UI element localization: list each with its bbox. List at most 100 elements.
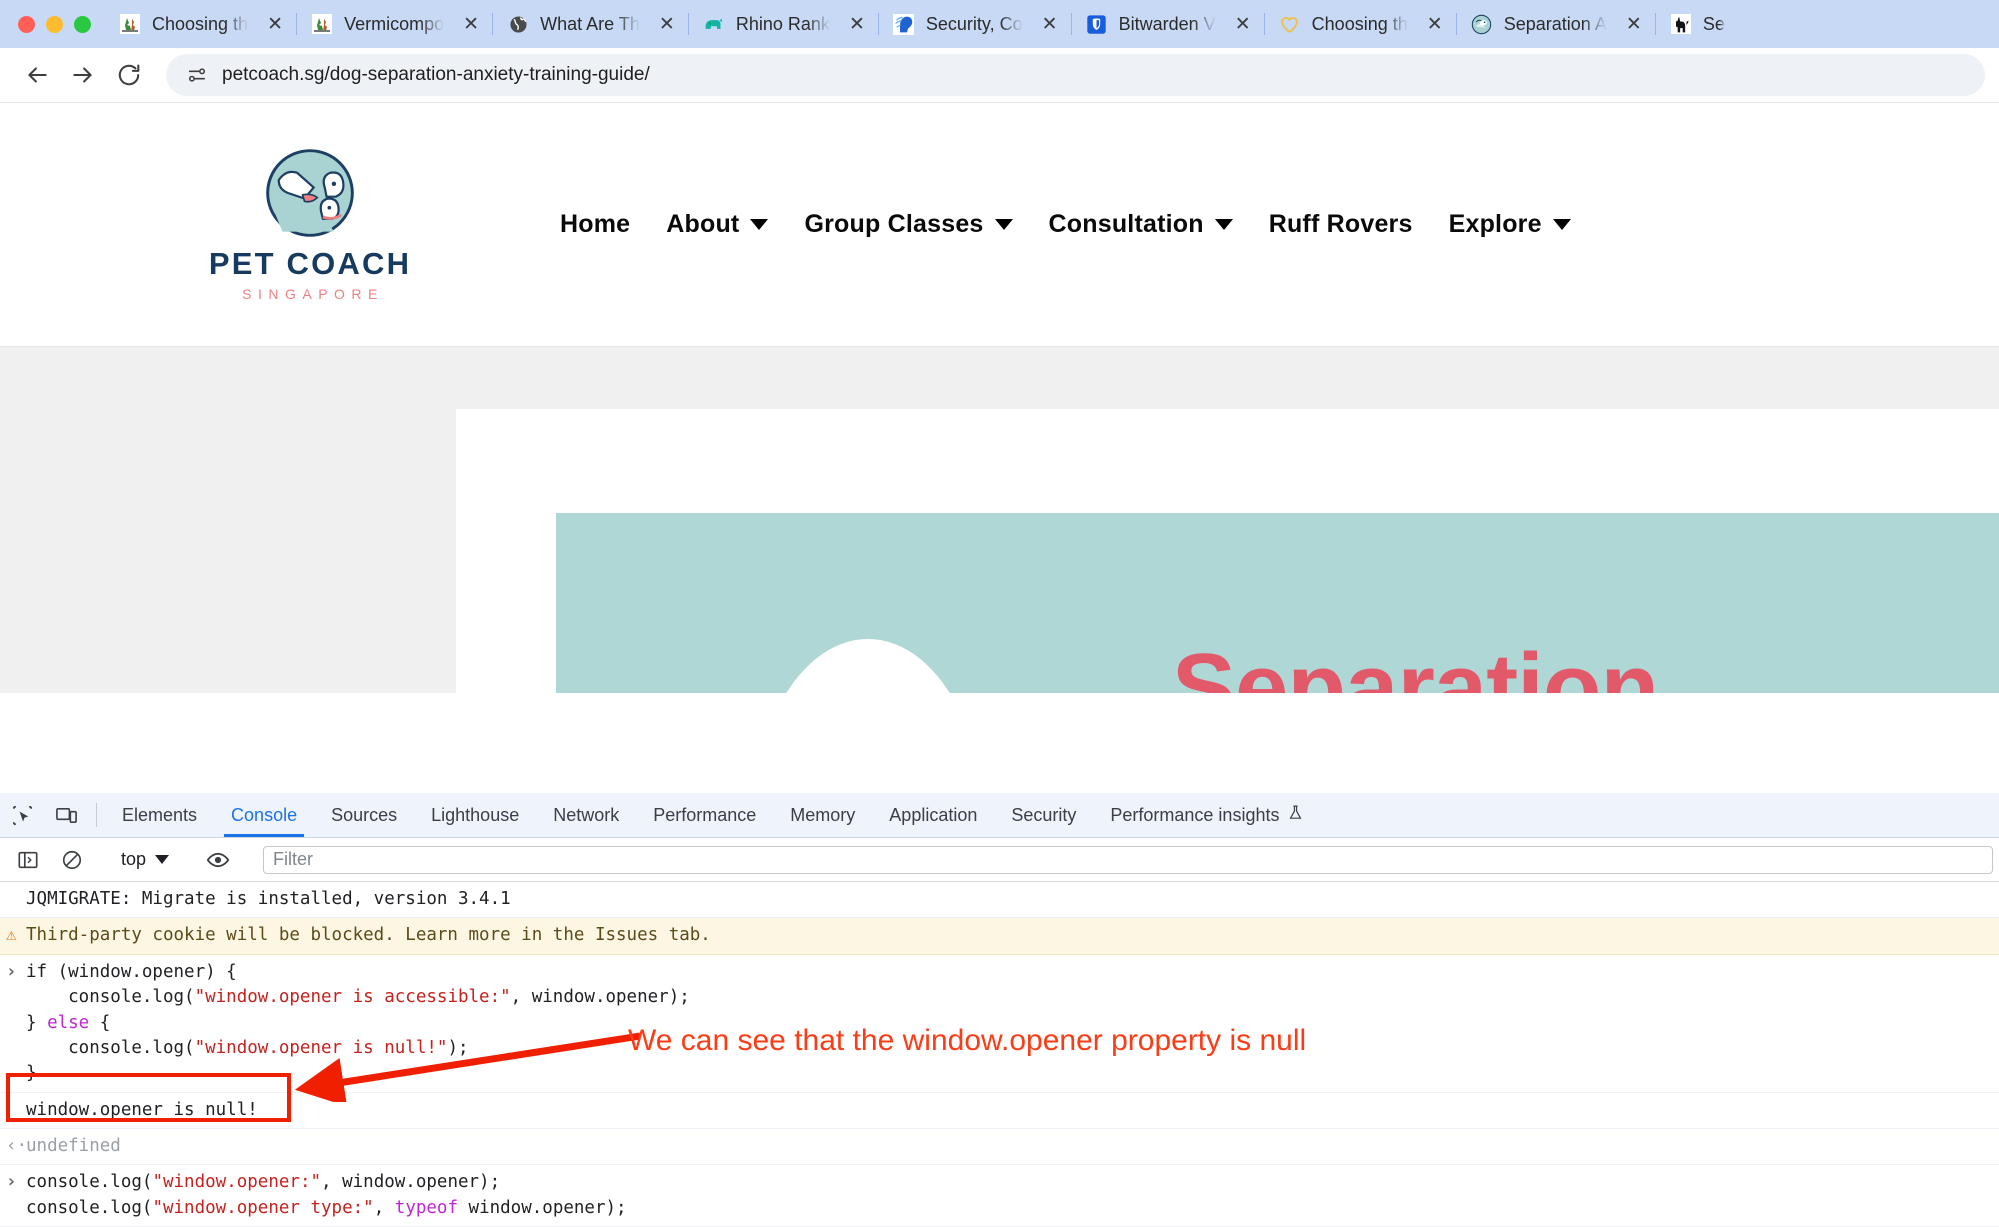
devtools-tab-network[interactable]: Network bbox=[536, 793, 636, 837]
annotation-text: We can see that the window.opener proper… bbox=[628, 1024, 1306, 1058]
chevron-down-icon[interactable] bbox=[750, 219, 768, 230]
chevron-down-icon[interactable] bbox=[1553, 219, 1571, 230]
nav-item-label: Group Classes bbox=[804, 210, 983, 239]
console-sidebar-icon[interactable] bbox=[6, 849, 50, 871]
console-row-text: JQMIGRATE: Migrate is installed, version… bbox=[26, 889, 511, 909]
devtools-tab-performance-insights[interactable]: Performance insights bbox=[1093, 793, 1321, 837]
close-tab-icon[interactable]: ✕ bbox=[1619, 9, 1649, 39]
reload-button[interactable] bbox=[106, 52, 152, 98]
brand-subtitle: SINGAPORE bbox=[236, 286, 384, 302]
console-row-text: Third-party cookie will be blocked. Lear… bbox=[26, 925, 711, 945]
address-bar[interactable]: petcoach.sg/dog-separation-anxiety-train… bbox=[166, 54, 1985, 96]
toolbar-divider bbox=[96, 803, 97, 827]
browser-tab[interactable]: Security, Co✕ bbox=[879, 0, 1071, 48]
inspect-element-icon[interactable] bbox=[0, 793, 44, 837]
console-row-result[interactable]: ‹·undefined bbox=[0, 1129, 1999, 1165]
close-window-button[interactable] bbox=[18, 16, 35, 33]
nav-item-ruff-rovers[interactable]: Ruff Rovers bbox=[1269, 210, 1413, 239]
devtools-tab-label: Performance insights bbox=[1110, 805, 1279, 826]
chevron-down-icon bbox=[155, 855, 169, 864]
browser-tab[interactable]: Choosing th✕ bbox=[1265, 0, 1456, 48]
console-return-icon: ‹· bbox=[6, 1134, 27, 1159]
devtools-tab-label: Performance bbox=[653, 805, 756, 826]
browser-tab[interactable]: Bitwarden V ✕ bbox=[1072, 0, 1264, 48]
clear-console-icon[interactable] bbox=[50, 849, 94, 871]
nav-item-home[interactable]: Home bbox=[560, 210, 630, 239]
heart-icon bbox=[1279, 13, 1301, 35]
browser-tab[interactable]: Choosing th✕ bbox=[105, 0, 296, 48]
back-button[interactable] bbox=[14, 52, 60, 98]
console-context-label: top bbox=[121, 849, 146, 870]
address-bar-url[interactable]: petcoach.sg/dog-separation-anxiety-train… bbox=[222, 64, 650, 86]
browser-tab-title: Se bbox=[1703, 14, 1725, 35]
console-prompt-icon: › bbox=[6, 1170, 17, 1195]
nav-item-label: About bbox=[666, 210, 739, 239]
devtools-tab-label: Security bbox=[1011, 805, 1076, 826]
browser-tab[interactable]: Separation A ✕ bbox=[1457, 0, 1655, 48]
forward-button[interactable] bbox=[60, 52, 106, 98]
nav-item-explore[interactable]: Explore bbox=[1449, 210, 1571, 239]
devtools-tab-lighthouse[interactable]: Lighthouse bbox=[414, 793, 536, 837]
close-tab-icon[interactable]: ✕ bbox=[652, 9, 682, 39]
site-header: PET COACH SINGAPORE Home About Group Class… bbox=[0, 103, 1999, 347]
console-row-warning[interactable]: ⚠Third-party cookie will be blocked. Lea… bbox=[0, 918, 1999, 954]
nav-item-group-classes[interactable]: Group Classes bbox=[804, 210, 1012, 239]
annotation-arrow bbox=[280, 1030, 650, 1102]
maximize-window-button[interactable] bbox=[74, 16, 91, 33]
dog-icon bbox=[1670, 13, 1692, 35]
site-navigation: Home About Group Classes Consultation Ruff R… bbox=[560, 210, 1571, 239]
paw-circle-icon bbox=[1471, 13, 1493, 35]
devtools-tab-memory[interactable]: Memory bbox=[773, 793, 872, 837]
tune-icon[interactable] bbox=[184, 62, 210, 88]
devtools-tab-performance[interactable]: Performance bbox=[636, 793, 773, 837]
chevron-down-icon[interactable] bbox=[1215, 219, 1233, 230]
close-tab-icon[interactable]: ✕ bbox=[1035, 9, 1065, 39]
devtools-tabs: ElementsConsole Sources LighthouseNetwork P… bbox=[105, 793, 1321, 837]
console-toolbar: top Filter bbox=[0, 838, 1999, 882]
console-prompt-icon: › bbox=[6, 960, 17, 985]
browser-tab[interactable]: Vermicompo✕ bbox=[297, 0, 492, 48]
web-page-viewport: PET COACH SINGAPORE Home About Group Class… bbox=[0, 103, 1999, 693]
chevron-down-icon[interactable] bbox=[995, 219, 1013, 230]
browser-tab-title: What Are Th bbox=[540, 14, 640, 35]
console-context-selector[interactable]: top bbox=[111, 849, 179, 870]
browser-tab[interactable]: Se bbox=[1656, 0, 1731, 48]
close-tab-icon[interactable]: ✕ bbox=[260, 9, 290, 39]
nav-item-label: Explore bbox=[1449, 210, 1542, 239]
devtools-tab-label: Sources bbox=[331, 805, 397, 826]
close-tab-icon[interactable]: ✕ bbox=[842, 9, 872, 39]
rhino-icon bbox=[703, 13, 725, 35]
console-row-input[interactable]: ›console.log("window.opener:", window.op… bbox=[0, 1165, 1999, 1227]
console-row-log[interactable]: JQMIGRATE: Migrate is installed, version… bbox=[0, 882, 1999, 918]
browser-tab-title: Bitwarden V bbox=[1119, 14, 1216, 35]
close-tab-icon[interactable]: ✕ bbox=[456, 9, 486, 39]
devtools-tab-console[interactable]: Console bbox=[214, 793, 314, 837]
nav-item-about[interactable]: About bbox=[666, 210, 768, 239]
browser-tab[interactable]: What Are Th ✕ bbox=[493, 0, 688, 48]
globe-icon bbox=[507, 13, 529, 35]
browser-tab[interactable]: Rhino Rank✕ bbox=[689, 0, 878, 48]
devtools-tab-security[interactable]: Security bbox=[994, 793, 1093, 837]
nav-item-consultation[interactable]: Consultation bbox=[1049, 210, 1233, 239]
devtools-tab-sources[interactable]: Sources bbox=[314, 793, 414, 837]
nav-item-label: Ruff Rovers bbox=[1269, 210, 1413, 239]
nav-item-label: Consultation bbox=[1049, 210, 1204, 239]
site-icon-vermicompost bbox=[311, 13, 333, 35]
console-filter-input[interactable]: Filter bbox=[263, 846, 1993, 874]
device-toolbar-icon[interactable] bbox=[44, 793, 88, 837]
devtools-tab-bar: ElementsConsole Sources LighthouseNetwork P… bbox=[0, 793, 1999, 838]
close-tab-icon[interactable]: ✕ bbox=[1228, 9, 1258, 39]
window-traffic-lights bbox=[10, 16, 105, 33]
flask-icon bbox=[1287, 804, 1304, 826]
browser-tab-title: Separation A bbox=[1504, 14, 1607, 35]
devtools-tab-elements[interactable]: Elements bbox=[105, 793, 214, 837]
minimize-window-button[interactable] bbox=[46, 16, 63, 33]
article-card: Separation bbox=[456, 409, 1999, 693]
devtools-tab-application[interactable]: Application bbox=[872, 793, 994, 837]
dog-illustration bbox=[752, 639, 984, 693]
live-expression-eye-icon[interactable] bbox=[196, 848, 240, 872]
close-tab-icon[interactable]: ✕ bbox=[1420, 9, 1450, 39]
site-brand[interactable]: PET COACH SINGAPORE bbox=[0, 147, 560, 302]
pet-coach-circle-logo bbox=[264, 147, 356, 239]
hero-banner: Separation bbox=[556, 513, 1999, 693]
